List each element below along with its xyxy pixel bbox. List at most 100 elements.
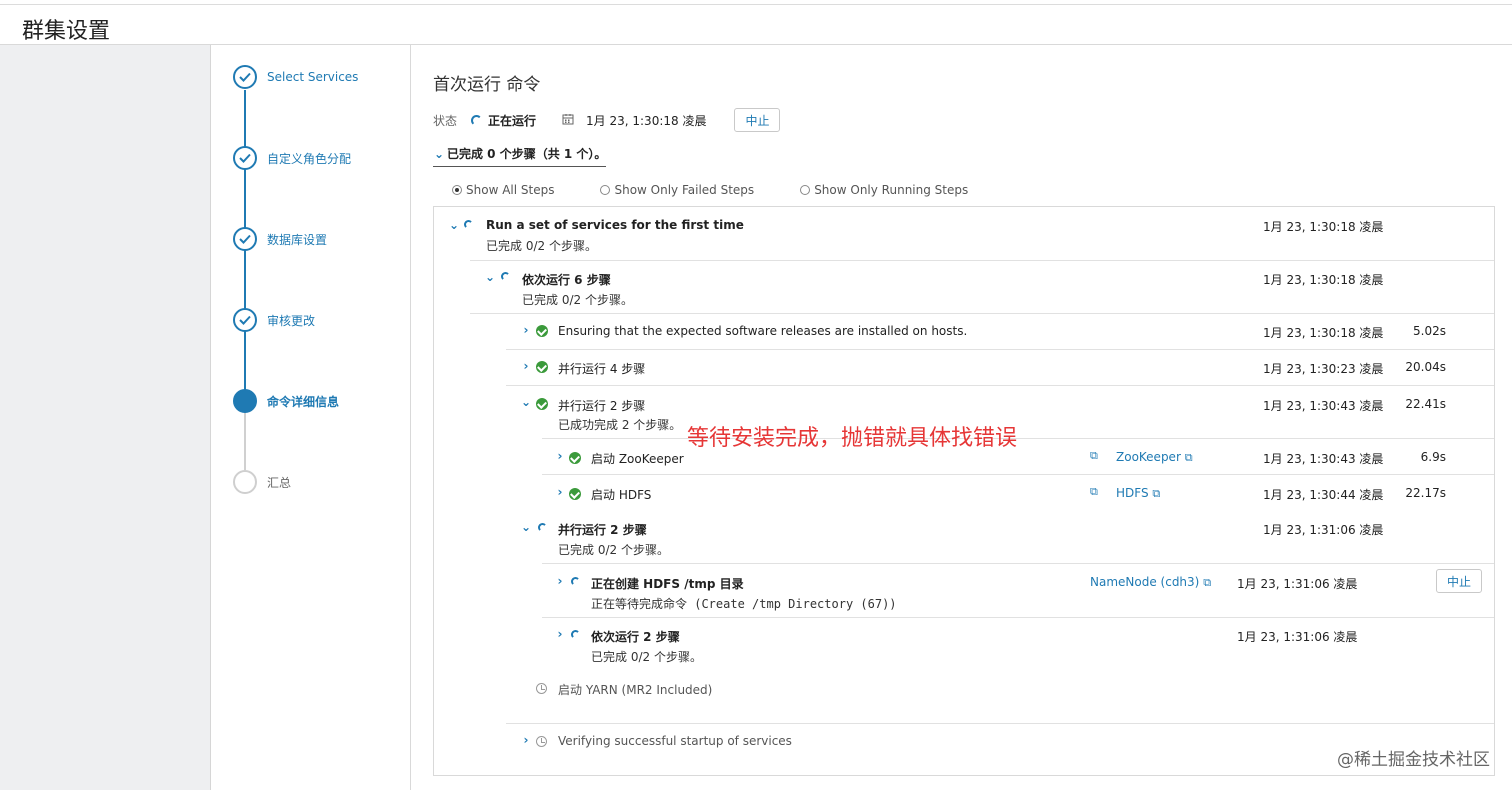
step-ensure-duration: 5.02s [1413, 324, 1446, 338]
chevron-right-icon[interactable]: › [520, 323, 532, 337]
chevron-down-icon[interactable]: ⌄ [520, 395, 532, 409]
completed-summary-text: 已完成 0 个步骤（共 1 个）。 [447, 147, 607, 161]
step-par2a-duration: 22.41s [1405, 397, 1446, 411]
step-hdfs-title: 启动 HDFS [591, 488, 652, 502]
spinner-icon [471, 114, 483, 126]
divider [506, 349, 1494, 350]
check-circle-icon [536, 325, 548, 337]
chevron-down-icon[interactable]: ⌄ [520, 520, 532, 534]
annotation-text: 等待安装完成，抛错就具体找错误 [687, 426, 1018, 451]
wizard-step-database[interactable]: 数据库设置 [233, 227, 327, 251]
step-par2b-title: 并行运行 2 步骤 [558, 523, 647, 537]
step-par4-duration: 20.04s [1405, 360, 1446, 374]
wizard-step-select-services[interactable]: Select Services [233, 65, 358, 89]
step-tmp-sub: 正在等待完成命令 (Create /tmp Directory (67)) [591, 597, 897, 611]
chevron-down-icon[interactable]: ⌄ [448, 218, 460, 232]
chevron-right-icon[interactable]: › [554, 574, 566, 588]
chevron-right-icon[interactable]: › [554, 627, 566, 641]
divider [506, 385, 1494, 386]
active-step-icon [233, 389, 257, 413]
check-circle-icon [569, 488, 581, 500]
spinner-icon [571, 630, 580, 639]
command-timestamp: 1月 23, 1:30:18 凌晨 [586, 113, 707, 128]
spinner-icon [538, 523, 547, 532]
step-seq6-title: 依次运行 6 步骤 [522, 273, 611, 287]
filter-show-all[interactable]: Show All Steps [452, 183, 554, 197]
chevron-down-icon[interactable]: ⌄ [484, 270, 496, 284]
spinner-icon [464, 220, 473, 229]
divider [542, 617, 1494, 618]
wizard-pending-line [244, 410, 246, 470]
divider [506, 723, 1494, 724]
step-hdfs-duration: 22.17s [1405, 486, 1446, 500]
check-icon [233, 65, 257, 89]
step-par2a-sub: 已成功完成 2 个步骤。 [558, 418, 682, 432]
check-icon [233, 308, 257, 332]
radio-icon [800, 185, 811, 195]
completed-summary-toggle[interactable]: ⌄ 已完成 0 个步骤（共 1 个）。 [433, 145, 607, 167]
filter-show-running[interactable]: Show Only Running Steps [800, 183, 968, 197]
check-circle-icon [569, 452, 581, 464]
step-par2b-sub: 已完成 0/2 个步骤。 [558, 543, 669, 557]
step-seq6-time: 1月 23, 1:30:18 凌晨 [1263, 273, 1384, 287]
wizard-step-summary[interactable]: 汇总 [233, 470, 291, 494]
divider [470, 313, 1494, 314]
external-link-icon[interactable]: ⧉ [1090, 449, 1098, 463]
step-yarn-title: 启动 YARN (MR2 Included) [558, 683, 713, 697]
pending-step-icon [233, 470, 257, 494]
wizard-sidebar: Select Services 自定义角色分配 数据库设置 审核更改 命令详细信… [211, 45, 411, 790]
hdfs-link[interactable]: HDFS ⧉ [1116, 486, 1160, 501]
external-link-icon: ⧉ [1184, 451, 1193, 464]
wizard-step-label: 数据库设置 [267, 232, 328, 247]
page-header: 群集设置 [0, 5, 1512, 45]
external-link-icon[interactable]: ⧉ [1090, 485, 1098, 499]
step-par2a-time: 1月 23, 1:30:43 凌晨 [1263, 399, 1384, 413]
command-title: 首次运行 命令 [433, 75, 541, 95]
step-tmp-time: 1月 23, 1:31:06 凌晨 [1237, 577, 1358, 591]
zookeeper-link[interactable]: ZooKeeper ⧉ [1116, 450, 1193, 465]
check-icon [233, 146, 257, 170]
step-seq2-title: 依次运行 2 步骤 [591, 630, 680, 644]
steps-tree: ⌄ Run a set of services for the first ti… [433, 206, 1495, 776]
step-ensure-title: Ensuring that the expected software rele… [558, 324, 968, 338]
spinner-icon [571, 577, 580, 586]
status-value: 正在运行 [488, 113, 537, 128]
chevron-right-icon[interactable]: › [554, 485, 566, 499]
wizard-step-command-details[interactable]: 命令详细信息 [233, 389, 339, 413]
external-link-icon: ⧉ [1152, 487, 1161, 500]
step-par2a-title: 并行运行 2 步骤 [558, 399, 646, 413]
step-root-sub: 已完成 0/2 个步骤。 [486, 239, 597, 253]
step-zk-title: 启动 ZooKeeper [591, 452, 684, 466]
spinner-icon [501, 272, 510, 281]
namenode-link[interactable]: NameNode (cdh3) ⧉ [1090, 575, 1211, 590]
wizard-step-review[interactable]: 审核更改 [233, 308, 315, 332]
step-par2b-time: 1月 23, 1:31:06 凌晨 [1263, 523, 1384, 537]
divider [470, 260, 1494, 261]
check-circle-icon [536, 398, 548, 410]
chevron-right-icon[interactable]: › [520, 359, 532, 373]
command-details-panel: 首次运行 命令 状态 正在运行 1月 23, 1:30:18 凌晨 中止 ⌄ 已… [412, 45, 1512, 790]
wizard-step-label: 审核更改 [267, 313, 316, 328]
status-label: 状态 [433, 113, 458, 128]
chevron-right-icon[interactable]: › [520, 733, 532, 747]
step-tmp-title: 正在创建 HDFS /tmp 目录 [591, 577, 744, 591]
step-hdfs-time: 1月 23, 1:30:44 凌晨 [1263, 488, 1384, 502]
wizard-step-label: Select Services [267, 70, 359, 84]
filter-show-failed[interactable]: Show Only Failed Steps [600, 183, 754, 197]
check-icon [233, 227, 257, 251]
step-root-title: Run a set of services for the first time [486, 218, 744, 232]
step-abort-button[interactable]: 中止 [1436, 569, 1483, 593]
divider [542, 438, 1494, 439]
wizard-step-label: 命令详细信息 [267, 394, 340, 409]
step-par4-time: 1月 23, 1:30:23 凌晨 [1263, 362, 1384, 376]
step-filters: Show All Steps Show Only Failed Steps Sh… [452, 183, 1014, 197]
step-seq6-sub: 已完成 0/2 个步骤。 [522, 293, 633, 307]
calendar-icon [562, 113, 576, 128]
wizard-step-label: 汇总 [267, 475, 292, 490]
step-seq2-sub: 已完成 0/2 个步骤。 [591, 650, 702, 664]
abort-button[interactable]: 中止 [734, 108, 781, 132]
chevron-right-icon[interactable]: › [554, 449, 566, 463]
step-zk-time: 1月 23, 1:30:43 凌晨 [1263, 452, 1384, 466]
external-link-icon: ⧉ [1203, 576, 1212, 589]
wizard-step-role-assignment[interactable]: 自定义角色分配 [233, 146, 351, 170]
